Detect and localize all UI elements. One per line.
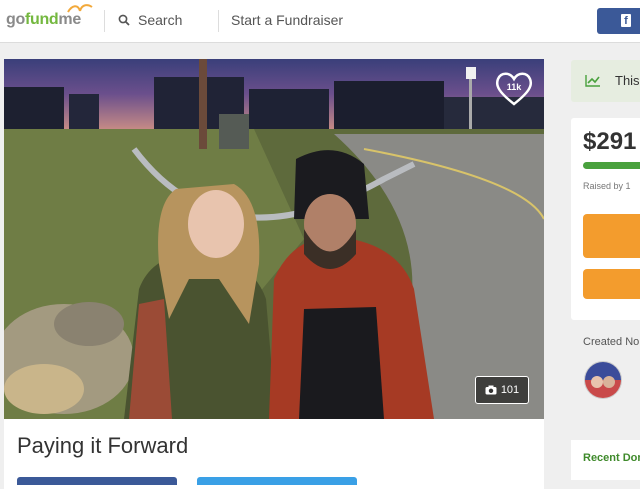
- heart-count: 11k: [506, 82, 522, 92]
- donate-now-button[interactable]: [583, 269, 640, 299]
- campaign-card: 11k 101 Paying it Forward: [4, 59, 544, 489]
- funding-progress-bar: [583, 162, 640, 169]
- recent-donations-panel: Recent Don: [571, 440, 640, 480]
- share-now-button[interactable]: [583, 214, 640, 258]
- raised-by-text: Raised by 1: [583, 181, 631, 191]
- organizer-photo: [585, 362, 621, 398]
- trending-banner-text: This: [615, 73, 640, 88]
- search-link[interactable]: Search: [118, 12, 182, 28]
- nav-divider: [218, 10, 219, 32]
- share-facebook-button[interactable]: [17, 477, 177, 485]
- facebook-icon: f: [621, 14, 631, 27]
- created-date-text: Created No: [583, 336, 640, 348]
- facebook-share-button[interactable]: f: [597, 8, 640, 34]
- photo-count-button[interactable]: 101: [475, 376, 529, 404]
- search-label: Search: [138, 12, 183, 28]
- photo-count-label: 101: [500, 384, 520, 396]
- sprout-icon: [67, 4, 93, 13]
- top-nav-bar: gofundme Search Start a Fundraiser f: [0, 0, 640, 43]
- campaign-photo-image: [4, 59, 544, 419]
- raised-amount: $291: [583, 128, 637, 155]
- start-fundraiser-link[interactable]: Start a Fundraiser: [231, 12, 343, 28]
- funding-progress-fill: [583, 162, 640, 169]
- organizer-avatar[interactable]: [584, 361, 622, 399]
- camera-icon: [485, 385, 497, 395]
- trending-chart-icon: [585, 75, 600, 87]
- campaign-photo[interactable]: 11k 101: [4, 59, 544, 419]
- gofundme-logo[interactable]: gofundme: [6, 4, 93, 29]
- recent-donations-heading: Recent Don: [583, 452, 640, 464]
- share-secondary-button[interactable]: [197, 477, 357, 485]
- trending-banner: This: [571, 60, 640, 102]
- campaign-title: Paying it Forward: [17, 433, 189, 458]
- donation-summary-card: $291 Raised by 1: [571, 118, 640, 320]
- search-icon: [118, 14, 130, 26]
- nav-divider: [104, 10, 105, 32]
